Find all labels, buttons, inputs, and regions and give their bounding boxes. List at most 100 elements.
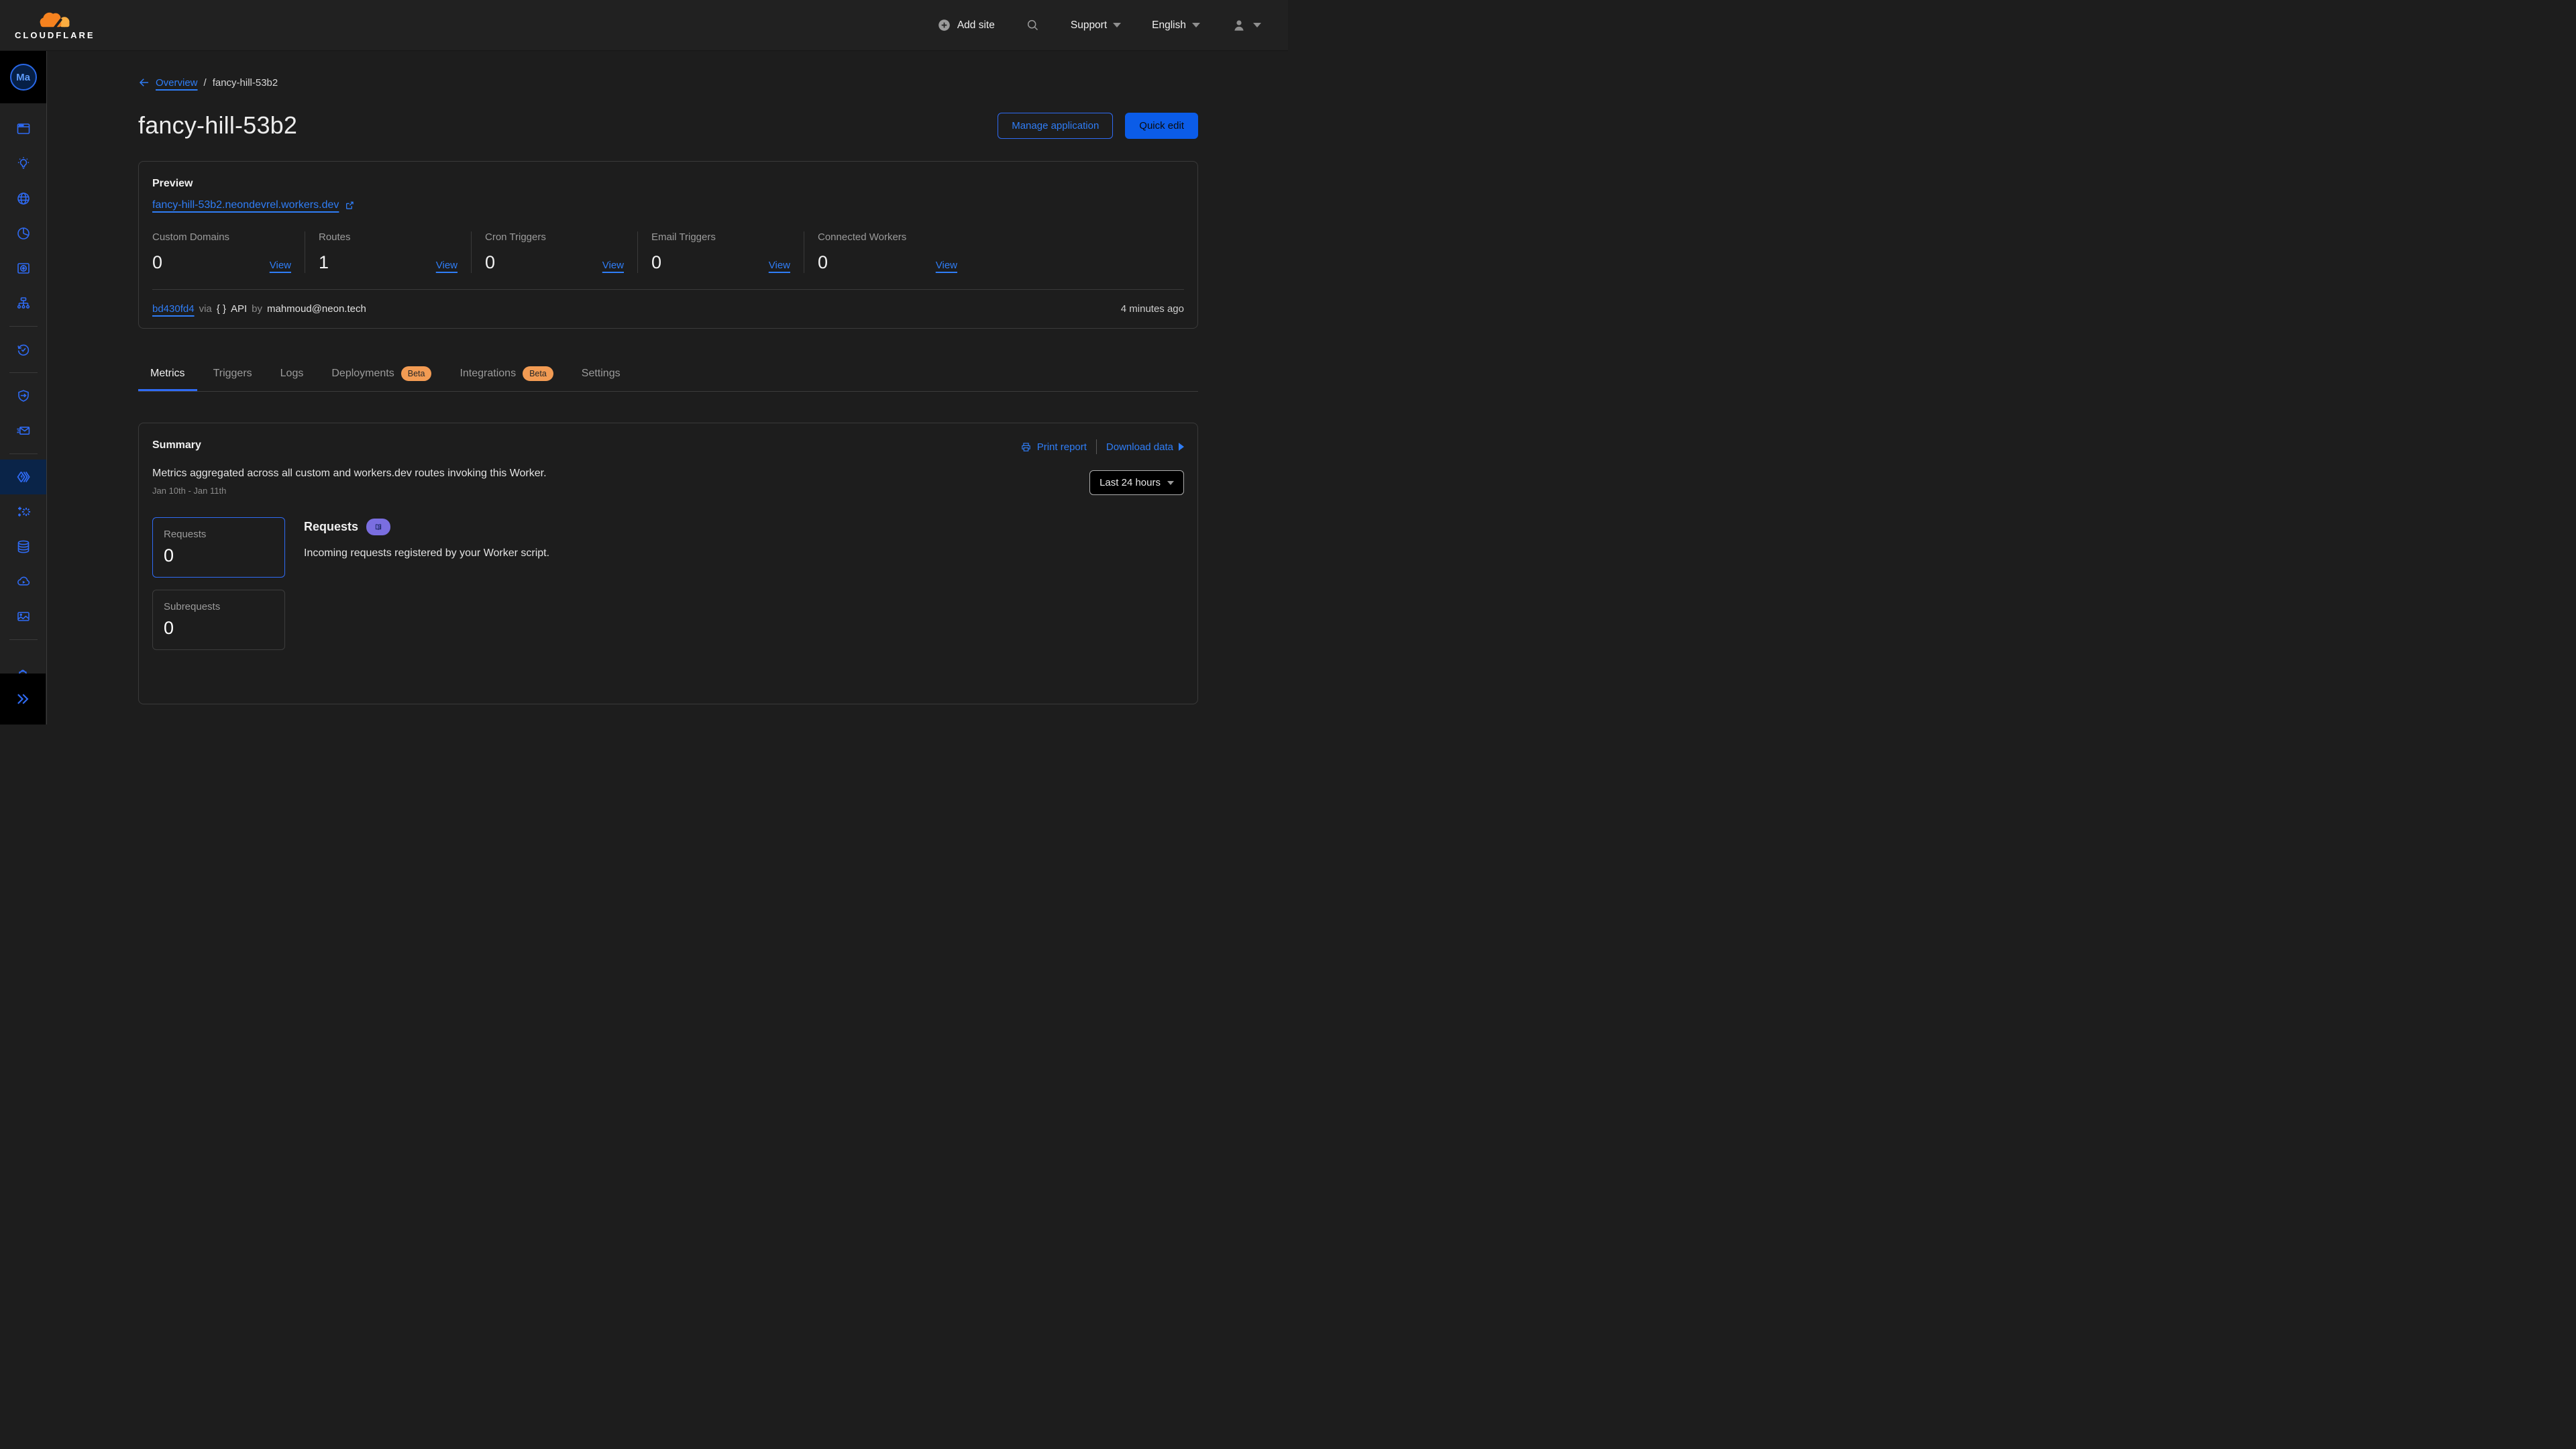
docs-badge[interactable] [366, 519, 390, 535]
summary-description: Metrics aggregated across all custom and… [152, 468, 547, 480]
collapse-chevrons-icon [14, 690, 32, 708]
metric-value: 0 [164, 545, 274, 566]
version-via: via [199, 303, 212, 315]
sidebar-item-domains[interactable] [0, 181, 46, 216]
tab-deployments[interactable]: Deployments Beta [319, 360, 443, 391]
preview-url-link[interactable]: fancy-hill-53b2.neondevrel.workers.dev [152, 199, 339, 211]
analytics-pie-icon [15, 225, 32, 241]
sidebar-item-stream[interactable] [0, 564, 46, 599]
view-link[interactable]: View [270, 260, 291, 271]
sidebar-item-email[interactable] [0, 413, 46, 448]
summary-card: Summary Print report Download data Metri… [138, 423, 1198, 704]
account-menu[interactable] [1231, 17, 1261, 34]
sidebar-item-network[interactable] [0, 286, 46, 321]
tab-metrics[interactable]: Metrics [138, 360, 197, 391]
tab-label: Triggers [213, 368, 252, 380]
summary-date-range: Jan 10th - Jan 11th [152, 486, 547, 496]
breadcrumb-back-label: Overview [156, 77, 198, 89]
add-site-button[interactable]: Add site [937, 18, 995, 32]
metric-label: Requests [164, 529, 274, 540]
sidebar-item-images[interactable] [0, 599, 46, 634]
sidebar-item-settings[interactable] [0, 665, 46, 674]
settings-gear-icon [15, 665, 31, 674]
page-actions: Manage application Quick edit [998, 113, 1198, 139]
top-bar: CLOUDFLARE Add site Support English [0, 0, 1288, 51]
breadcrumb-current: fancy-hill-53b2 [213, 77, 278, 89]
print-report-link[interactable]: Print report [1020, 441, 1087, 453]
view-link[interactable]: View [602, 260, 624, 271]
stat-label: Cron Triggers [485, 231, 624, 243]
chevron-down-icon [1167, 481, 1174, 485]
support-label: Support [1071, 19, 1107, 32]
sidebar-collapse-button[interactable] [0, 674, 46, 724]
updated-timestamp: 4 minutes ago [1121, 303, 1184, 315]
view-link[interactable]: View [769, 260, 790, 271]
stat-value: 0 [651, 252, 661, 273]
download-data-label: Download data [1106, 441, 1173, 453]
tab-logs[interactable]: Logs [268, 360, 316, 391]
stat-value: 0 [485, 252, 495, 273]
search-button[interactable] [1026, 18, 1040, 32]
sidebar: Ma [0, 51, 47, 724]
account-avatar[interactable]: Ma [10, 64, 37, 91]
sidebar-item-discover[interactable] [0, 146, 46, 181]
preview-heading: Preview [152, 178, 1184, 190]
tab-settings[interactable]: Settings [570, 360, 633, 391]
metric-value: 0 [164, 618, 274, 639]
sidebar-item-ai[interactable] [0, 494, 46, 529]
stat-cron-triggers: Cron Triggers 0 View [472, 231, 638, 273]
sidebar-item-zero-trust[interactable] [0, 378, 46, 413]
sidebar-divider [9, 453, 38, 454]
preview-stats: Custom Domains 0 View Routes 1 View Cron… [152, 231, 1184, 273]
breadcrumb-back-link[interactable]: Overview [138, 76, 198, 89]
sidebar-item-activity-history[interactable] [0, 332, 46, 367]
cloudflare-logo[interactable]: CLOUDFLARE [15, 10, 95, 40]
sidebar-nav [0, 103, 46, 640]
metric-label: Subrequests [164, 601, 274, 612]
sidebar-item-workers[interactable] [0, 460, 46, 494]
view-link[interactable]: View [436, 260, 458, 271]
images-icon [15, 608, 32, 625]
sidebar-item-websites[interactable] [0, 111, 46, 146]
metric-detail-description: Incoming requests registered by your Wor… [304, 547, 549, 559]
download-data-link[interactable]: Download data [1106, 441, 1184, 453]
stream-cloud-icon [15, 574, 32, 590]
view-link[interactable]: View [936, 260, 957, 271]
time-range-select[interactable]: Last 24 hours [1089, 470, 1184, 495]
version-author: mahmoud@neon.tech [267, 303, 366, 315]
tab-integrations[interactable]: Integrations Beta [447, 360, 565, 391]
search-icon [1026, 18, 1040, 32]
security-vault-icon [15, 260, 32, 276]
email-icon [15, 423, 32, 439]
ai-sparkles-icon [15, 504, 32, 520]
sidebar-item-analytics[interactable] [0, 216, 46, 251]
metric-selector-column: Requests 0 Subrequests 0 [152, 517, 285, 650]
language-menu[interactable]: English [1152, 19, 1200, 32]
zero-trust-shield-icon [15, 388, 32, 404]
quick-edit-button[interactable]: Quick edit [1125, 113, 1198, 139]
external-link-icon [344, 200, 355, 211]
version-row: bd430fd4 via { } API by mahmoud@neon.tec… [152, 289, 1184, 315]
avatar-section: Ma [0, 51, 46, 103]
user-icon [1231, 17, 1247, 34]
tab-label: Logs [280, 368, 304, 380]
metric-card-subrequests[interactable]: Subrequests 0 [152, 590, 285, 650]
support-menu[interactable]: Support [1071, 19, 1121, 32]
summary-heading: Summary [152, 439, 201, 451]
version-id-link[interactable]: bd430fd4 [152, 303, 195, 315]
metric-card-requests[interactable]: Requests 0 [152, 517, 285, 578]
databases-icon [15, 539, 32, 555]
book-icon [373, 522, 384, 533]
sidebar-item-databases[interactable] [0, 529, 46, 564]
code-braces-icon: { } [217, 303, 226, 315]
version-by: by [252, 303, 262, 315]
add-site-label: Add site [957, 19, 995, 32]
manage-application-button[interactable]: Manage application [998, 113, 1113, 139]
sidebar-item-security-vault[interactable] [0, 251, 46, 286]
plus-circle-icon [937, 18, 951, 32]
version-method: API [231, 303, 247, 315]
page-header: fancy-hill-53b2 Manage application Quick… [138, 111, 1198, 140]
tab-triggers[interactable]: Triggers [201, 360, 264, 391]
discover-bulb-icon [15, 156, 32, 172]
page-title: fancy-hill-53b2 [138, 111, 297, 140]
